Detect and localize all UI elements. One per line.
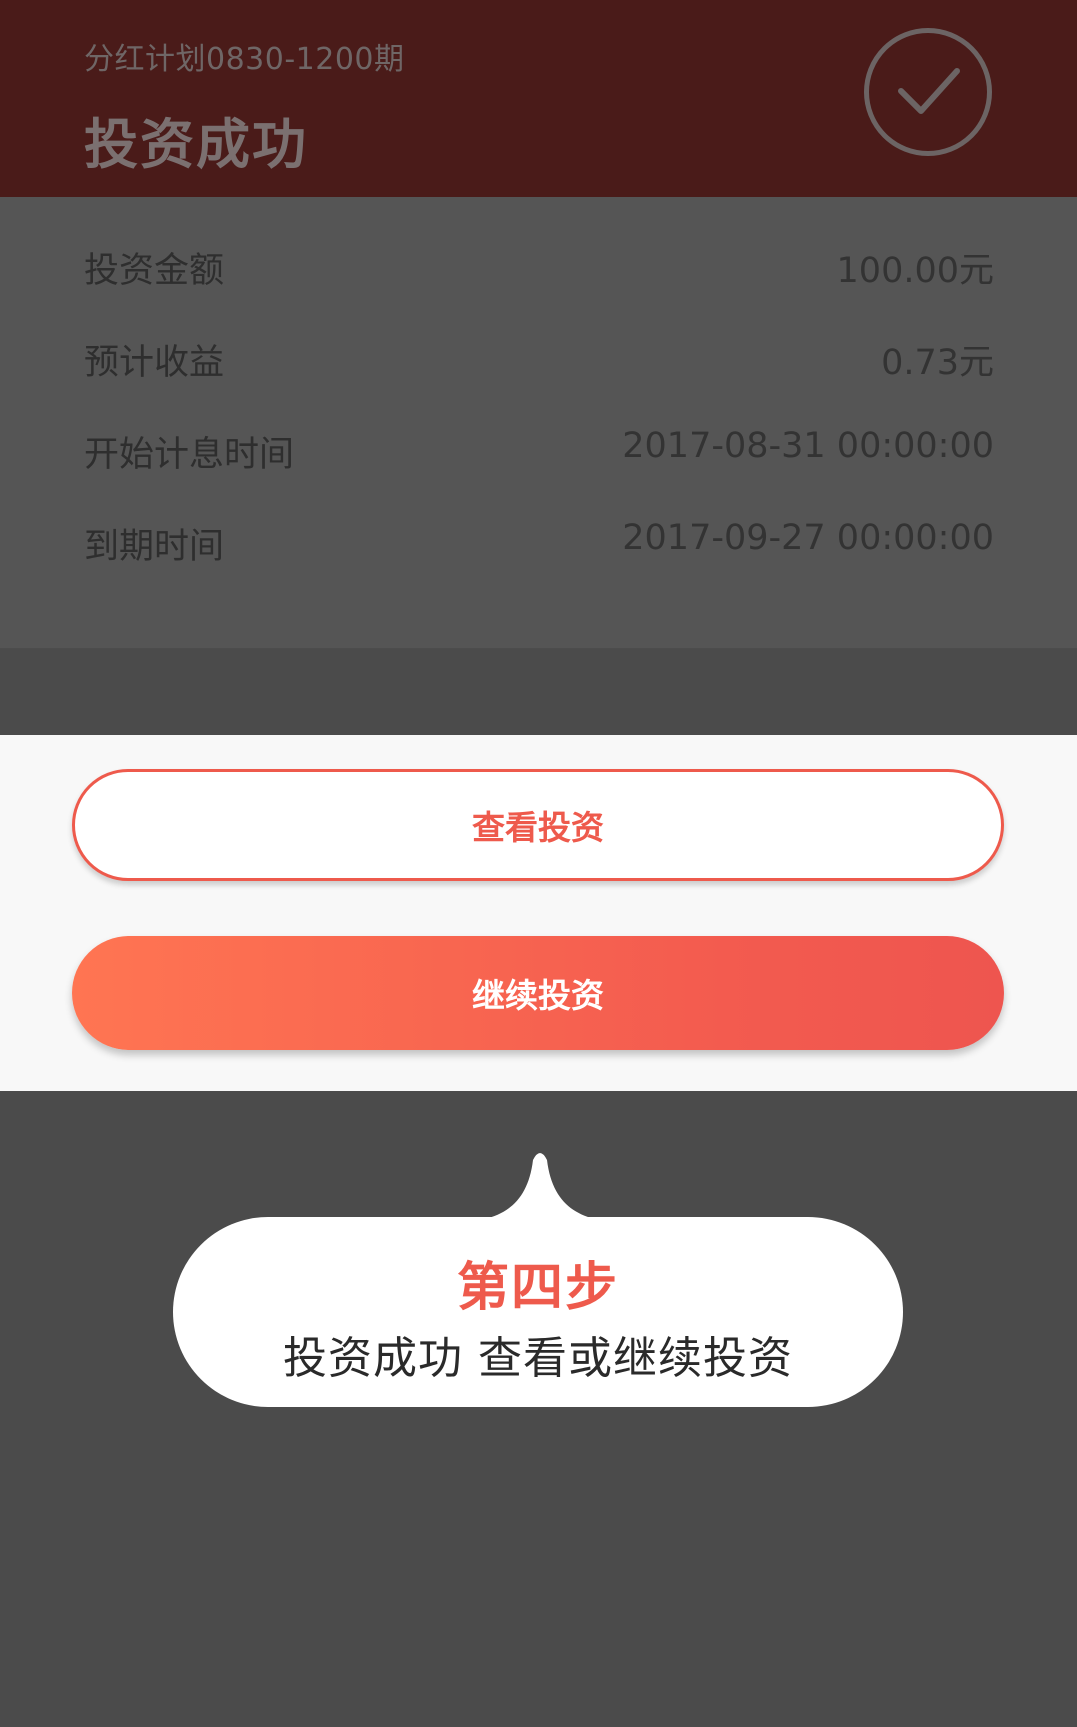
dim-overlay <box>0 649 1077 735</box>
tooltip-pointer <box>455 1153 625 1222</box>
tooltip-step-title: 第四步 <box>456 1258 619 1318</box>
detail-row-maturity: 到期时间 2017-09-27 00:00:00 <box>84 518 994 568</box>
detail-label: 到期时间 <box>84 527 225 567</box>
investment-details: 投资金额 100.00元 预计收益 0.73元 开始计息时间 2017-08-3… <box>0 197 1077 649</box>
check-circle-icon <box>864 28 992 156</box>
detail-row-interest-start: 开始计息时间 2017-08-31 00:00:00 <box>84 426 994 476</box>
detail-label: 投资金额 <box>84 251 225 291</box>
detail-value: 100.00元 <box>836 251 994 291</box>
plan-name: 分红计划0830-1200期 <box>84 42 405 77</box>
detail-value: 2017-09-27 00:00:00 <box>622 518 994 558</box>
detail-label: 预计收益 <box>84 343 225 383</box>
detail-row-expected-income: 预计收益 0.73元 <box>84 334 994 384</box>
page-title: 投资成功 <box>84 113 308 176</box>
investment-success-page: 分红计划0830-1200期 投资成功 投资金额 100.00元 预计收益 0.… <box>0 0 1077 1727</box>
detail-label: 开始计息时间 <box>84 435 295 475</box>
continue-investing-button[interactable]: 继续投资 <box>72 936 1004 1050</box>
detail-value: 0.73元 <box>881 343 994 383</box>
onboarding-tooltip[interactable]: 第四步 投资成功 查看或继续投资 <box>173 1217 903 1407</box>
success-header: 分红计划0830-1200期 投资成功 <box>0 0 1077 197</box>
detail-value: 2017-08-31 00:00:00 <box>622 426 994 466</box>
view-investment-button[interactable]: 查看投资 <box>72 769 1004 881</box>
action-buttons: 查看投资 继续投资 <box>0 735 1077 1091</box>
detail-row-amount: 投资金额 100.00元 <box>84 242 994 292</box>
tooltip-description: 投资成功 查看或继续投资 <box>283 1333 793 1384</box>
